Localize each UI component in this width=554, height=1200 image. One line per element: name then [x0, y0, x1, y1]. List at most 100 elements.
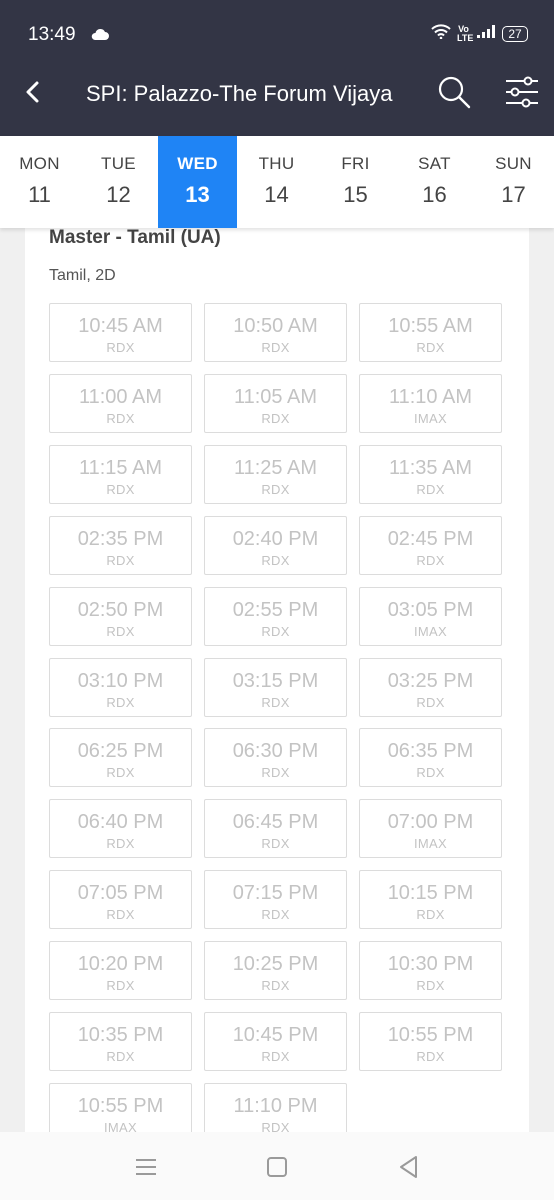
day-name: SUN [495, 154, 532, 173]
day-name: MON [19, 154, 60, 173]
showtime-slot[interactable]: 03:15 PM RDX [204, 657, 347, 717]
showtime-format: RDX [416, 907, 445, 923]
showtime-slot[interactable]: 11:35 AM RDX [359, 444, 502, 504]
showtime-time: 02:35 PM [77, 527, 164, 550]
showtime-time: 10:55 PM [387, 1024, 474, 1046]
showtime-slot[interactable]: 06:25 PM RDX [49, 728, 192, 788]
showtime-time: 02:45 PM [387, 527, 474, 550]
showtime-format: RDX [106, 765, 135, 781]
showtime-format: RDX [261, 1049, 290, 1064]
showtime-slot[interactable]: 03:05 PM IMAX [359, 586, 502, 646]
showtime-slot[interactable]: 10:50 AM RDX [204, 303, 347, 362]
showtime-format: RDX [106, 1049, 135, 1064]
showtime-slot[interactable]: 07:05 PM RDX [49, 870, 192, 930]
showtime-slot[interactable]: 10:30 PM RDX [359, 941, 502, 1001]
showtime-format: RDX [416, 694, 445, 710]
showtime-slot[interactable]: 10:55 PM RDX [359, 1012, 502, 1071]
showtime-slot[interactable]: 02:50 PM RDX [49, 586, 192, 646]
search-icon[interactable] [436, 74, 472, 110]
showtime-slot[interactable]: 10:55 AM RDX [359, 303, 502, 362]
showtime-slot[interactable]: 10:15 PM RDX [359, 870, 502, 930]
showtime-format: RDX [106, 481, 135, 497]
showtime-slot[interactable]: 06:40 PM RDX [49, 799, 192, 859]
date-tab-thu[interactable]: THU 14 [237, 136, 316, 228]
date-tab-wed[interactable]: WED 13 [158, 136, 237, 228]
showtime-format: RDX [416, 340, 445, 355]
movie-title: Master - Tamil (UA) [49, 227, 221, 248]
showtime-slot[interactable]: 10:35 PM RDX [49, 1012, 192, 1071]
showtime-slot[interactable]: 11:25 AM RDX [204, 444, 347, 504]
showtime-slot[interactable]: 06:30 PM RDX [204, 728, 347, 788]
date-tab-tue[interactable]: TUE 12 [79, 136, 158, 228]
day-number: 15 [343, 182, 368, 207]
showtime-time: 03:15 PM [232, 669, 319, 692]
day-name: WED [177, 154, 218, 173]
showtime-time: 02:50 PM [77, 598, 164, 621]
showtime-format: RDX [261, 481, 290, 497]
showtime-slot[interactable]: 06:45 PM RDX [204, 799, 347, 859]
showtime-time: 07:05 PM [77, 882, 164, 905]
showtime-slot[interactable]: 03:25 PM RDX [359, 657, 502, 717]
showtime-slot[interactable]: 10:20 PM RDX [49, 941, 192, 1001]
showtime-slot[interactable]: 06:35 PM RDX [359, 728, 502, 788]
showtime-time: 10:45 PM [232, 1024, 319, 1046]
showtime-slot[interactable]: 07:00 PM IMAX [359, 799, 502, 859]
showtime-slot[interactable]: 11:15 AM RDX [49, 444, 192, 504]
showtime-format: RDX [261, 623, 290, 639]
showtime-time: 10:35 PM [77, 1024, 164, 1046]
showtime-time: 02:55 PM [232, 598, 319, 621]
showtime-time: 03:25 PM [387, 669, 474, 692]
showtime-slot[interactable]: 07:15 PM RDX [204, 870, 347, 930]
date-tab-sun[interactable]: SUN 17 [474, 136, 553, 228]
date-tab-mon[interactable]: MON 11 [0, 136, 79, 228]
showtime-format: RDX [261, 340, 290, 355]
showtimes-card: Master - Tamil (UA) Tamil, 2D 10:45 AM RD… [25, 220, 529, 1150]
date-tab-sat[interactable]: SAT 16 [395, 136, 474, 228]
wifi-icon [431, 24, 451, 44]
showtime-slot[interactable]: 11:00 AM RDX [49, 373, 192, 433]
showtime-format: RDX [106, 623, 135, 639]
status-time: 13:49 [28, 24, 76, 45]
showtime-format: RDX [106, 340, 135, 355]
day-number: 13 [185, 182, 210, 207]
showtime-time: 10:50 AM [233, 315, 318, 337]
showtime-format: IMAX [414, 623, 447, 639]
movie-language-format: Tamil, 2D [49, 267, 116, 284]
showtime-slot[interactable]: 10:45 AM RDX [49, 303, 192, 362]
showtime-format: RDX [416, 1049, 445, 1064]
showtime-format: RDX [106, 907, 135, 923]
back-triangle-icon[interactable] [394, 1152, 424, 1182]
showtime-format: RDX [261, 978, 290, 994]
home-square-icon[interactable] [262, 1152, 292, 1182]
showtime-time: 11:35 AM [388, 456, 473, 479]
showtime-time: 07:15 PM [232, 882, 319, 905]
showtime-slot[interactable]: 02:45 PM RDX [359, 515, 502, 575]
menu-icon[interactable] [131, 1152, 161, 1182]
showtime-slot[interactable]: 11:05 AM RDX [204, 373, 347, 433]
showtime-format: RDX [106, 836, 135, 852]
showtime-slot[interactable]: 03:10 PM RDX [49, 657, 192, 717]
showtime-format: RDX [106, 410, 135, 426]
showtime-format: RDX [106, 694, 135, 710]
system-nav-bar [0, 1132, 554, 1200]
showtime-slot[interactable]: 02:40 PM RDX [204, 515, 347, 575]
showtime-format: IMAX [414, 836, 447, 852]
filter-sliders-icon[interactable] [504, 74, 540, 110]
day-number: 16 [422, 182, 447, 207]
showtime-slot[interactable]: 02:55 PM RDX [204, 586, 347, 646]
showtime-format: RDX [106, 978, 135, 994]
showtime-slot[interactable]: 10:45 PM RDX [204, 1012, 347, 1071]
showtime-time: 10:55 AM [388, 315, 473, 337]
showtime-slot[interactable]: 10:25 PM RDX [204, 941, 347, 1001]
showtime-format: RDX [261, 552, 290, 568]
showtime-time: 10:25 PM [232, 953, 319, 976]
showtime-slot[interactable]: 11:10 AM IMAX [359, 373, 502, 433]
showtime-time: 06:30 PM [232, 740, 319, 763]
showtime-time: 11:15 AM [78, 456, 163, 479]
back-arrow-icon[interactable] [20, 79, 46, 105]
showtime-time: 11:10 PM [233, 1094, 318, 1117]
cloud-icon [90, 27, 110, 45]
date-tab-fri[interactable]: FRI 15 [316, 136, 395, 228]
showtime-slot[interactable]: 02:35 PM RDX [49, 515, 192, 575]
showtime-format: RDX [261, 765, 290, 781]
